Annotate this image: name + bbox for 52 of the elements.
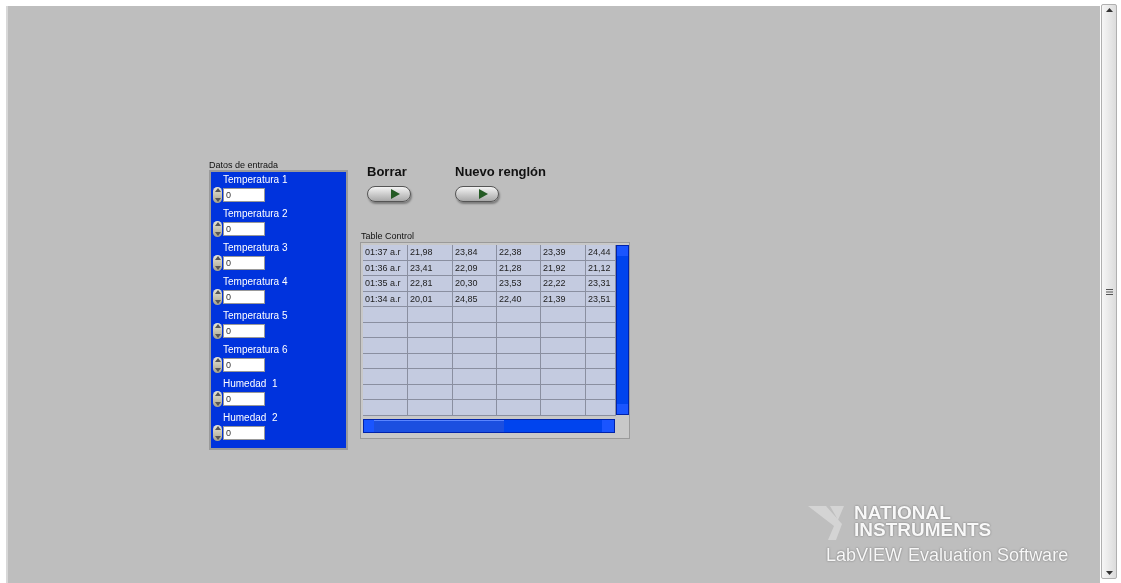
button-label: Borrar — [367, 163, 407, 181]
button-label: Nuevo renglón — [455, 163, 546, 181]
scroll-up-icon[interactable] — [1105, 8, 1113, 12]
spinner-arrows[interactable] — [213, 187, 222, 203]
field-label: Temperatura 4 — [223, 275, 289, 289]
spinner-arrows[interactable] — [213, 221, 222, 237]
table-cell: 01:37 a.r — [363, 245, 408, 261]
numeric-field[interactable]: 0 — [223, 290, 265, 304]
table-label: Table Control — [361, 230, 415, 243]
field-label: Temperatura 2 — [223, 207, 289, 221]
spinner-arrows[interactable] — [213, 391, 222, 407]
numeric-field[interactable]: 0 — [223, 222, 265, 236]
numeric-field[interactable]: 0 — [223, 392, 265, 406]
spinner-arrows[interactable] — [213, 323, 222, 339]
product-name: LabVIEW — [826, 544, 903, 567]
table-cell: 01:35 a.r — [363, 276, 408, 292]
field-label: Temperatura 3 — [223, 241, 289, 255]
spinner-arrows[interactable] — [213, 425, 222, 441]
horizontal-scrollbar[interactable] — [363, 418, 615, 433]
cluster-label: Datos de entrada — [209, 159, 279, 172]
table-cell: 21,98 — [408, 245, 453, 261]
field-label: Temperatura 1 — [223, 173, 289, 187]
table-cell: 23,84 — [453, 245, 497, 261]
grip-icon[interactable] — [1105, 288, 1113, 295]
numeric-field[interactable]: 0 — [223, 188, 265, 202]
field-label: Humedad 1 — [223, 377, 279, 391]
table-cell: 23,39 — [541, 245, 586, 261]
table-cell: 22,22 — [541, 276, 586, 292]
numeric-field[interactable]: 0 — [223, 426, 265, 440]
window-scrollbar[interactable] — [1101, 4, 1117, 579]
edition-text: Evaluation Software — [908, 544, 1069, 567]
brand-name: NATIONAL — [854, 504, 952, 521]
field-label: Temperatura 5 — [223, 309, 289, 323]
field-label: Temperatura 6 — [223, 343, 289, 357]
table-cell: 20,30 — [453, 276, 497, 292]
numeric-field[interactable]: 0 — [223, 324, 265, 338]
push-button[interactable] — [455, 185, 499, 202]
brand-name: INSTRUMENTS — [854, 521, 992, 538]
spinner-arrows[interactable] — [213, 289, 222, 305]
numeric-field[interactable]: 0 — [223, 256, 265, 270]
vertical-scrollbar[interactable] — [616, 245, 629, 415]
spinner-arrows[interactable] — [213, 255, 222, 271]
table-cell: 22,81 — [408, 276, 453, 292]
field-label: Humedad 2 — [223, 411, 279, 425]
table-cell: 23,31 — [586, 276, 616, 292]
scroll-down-icon[interactable] — [1105, 571, 1113, 575]
table-cell: 22,38 — [497, 245, 541, 261]
push-button[interactable] — [367, 185, 411, 202]
numeric-field[interactable]: 0 — [223, 358, 265, 372]
table-cell: 23,53 — [497, 276, 541, 292]
table-cell: 24,44 — [586, 245, 616, 261]
spinner-arrows[interactable] — [213, 357, 222, 373]
